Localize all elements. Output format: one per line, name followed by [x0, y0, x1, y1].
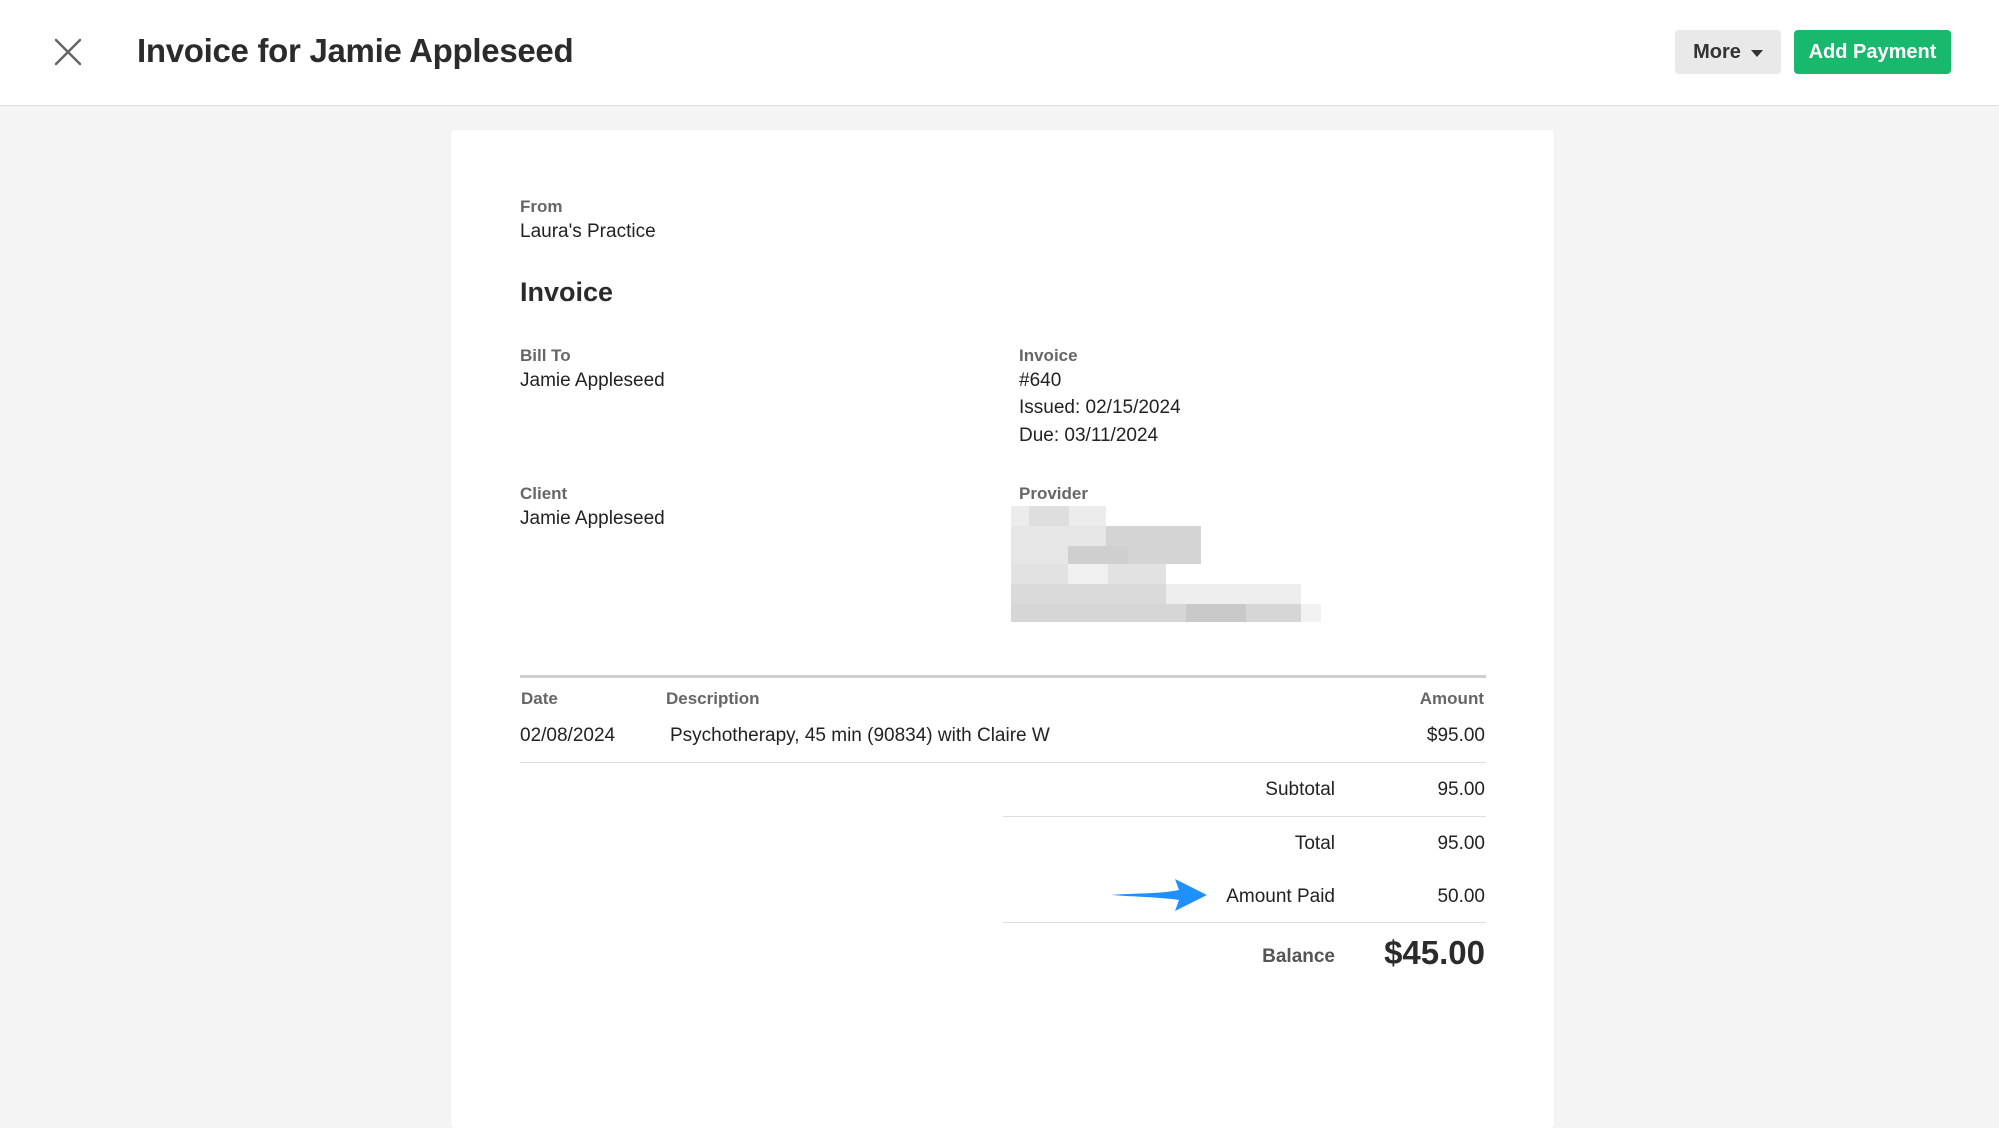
provider-redacted-image [1011, 506, 1321, 642]
balance-label: Balance [1262, 946, 1335, 967]
chevron-down-icon [1750, 49, 1763, 57]
invoice-label: Invoice [1019, 346, 1078, 365]
client-label: Client [520, 484, 568, 503]
column-header-description: Description [666, 689, 760, 708]
column-header-date: Date [521, 689, 558, 708]
add-payment-button[interactable]: Add Payment [1794, 30, 1951, 74]
bill-to-label: Bill To [520, 346, 571, 365]
close-button[interactable] [48, 32, 88, 72]
client-value: Jamie Appleseed [520, 508, 665, 529]
issued-date: Issued: 02/15/2024 [1019, 397, 1181, 418]
subtotal-label: Subtotal [1265, 779, 1335, 800]
invoice-document: From Laura's Practice Invoice Bill To Ja… [451, 130, 1554, 1128]
row-description: Psychotherapy, 45 min (90834) with Clair… [670, 725, 1050, 746]
bill-to-value: Jamie Appleseed [520, 370, 665, 391]
balance-divider [1003, 922, 1486, 923]
provider-label: Provider [1019, 484, 1088, 503]
from-value: Laura's Practice [520, 221, 656, 242]
subtotal-value: 95.00 [1437, 779, 1485, 800]
summary-divider [1003, 816, 1486, 817]
table-top-divider [520, 675, 1486, 678]
amount-paid-value: 50.00 [1437, 886, 1485, 907]
page-title: Invoice for Jamie Appleseed [137, 32, 574, 69]
amount-paid-label: Amount Paid [1226, 886, 1335, 907]
arrow-right-icon [1111, 879, 1207, 911]
row-amount: $95.00 [1426, 725, 1485, 746]
balance-value: $45.00 [1384, 934, 1485, 971]
row-date: 02/08/2024 [520, 725, 616, 746]
from-label: From [520, 197, 563, 216]
due-date: Due: 03/11/2024 [1019, 425, 1159, 446]
column-header-amount: Amount [1419, 689, 1484, 708]
top-bar: Invoice for Jamie Appleseed More Add Pay… [0, 0, 1999, 106]
total-label: Total [1294, 833, 1335, 854]
row-divider [520, 762, 1486, 763]
more-label: More [1693, 40, 1741, 63]
close-icon [54, 38, 82, 66]
more-dropdown-button[interactable]: More [1675, 30, 1781, 74]
invoice-heading: Invoice [520, 277, 614, 307]
invoice-number: #640 [1019, 370, 1062, 391]
total-value: 95.00 [1437, 833, 1485, 854]
